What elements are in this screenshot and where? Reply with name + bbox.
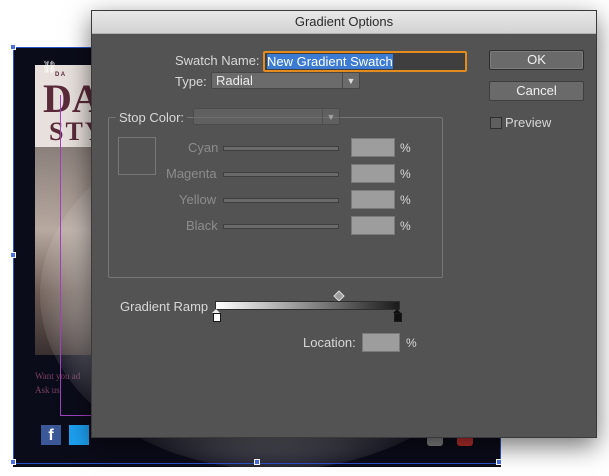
selection-handle[interactable]: [496, 459, 502, 465]
gradient-stop-white[interactable]: [213, 313, 221, 322]
yellow-slider[interactable]: [223, 198, 339, 203]
swatch-name-value: New Gradient Swatch: [267, 54, 393, 69]
selection-handle[interactable]: [10, 459, 16, 465]
dialog-title[interactable]: Gradient Options: [92, 11, 596, 34]
black-unit: %: [400, 219, 411, 233]
chevron-down-icon: ▼: [322, 109, 339, 124]
location-field[interactable]: [362, 333, 400, 352]
location-unit: %: [406, 336, 417, 350]
stop-color-label: Stop Color:: [116, 110, 188, 125]
location-label: Location:: [303, 335, 356, 350]
magenta-field[interactable]: [351, 164, 395, 183]
magenta-unit: %: [400, 167, 411, 181]
type-select-value: Radial: [216, 73, 253, 88]
stop-color-select[interactable]: ▼: [193, 108, 340, 125]
gradient-ramp[interactable]: [215, 301, 400, 310]
magenta-label: Magenta: [166, 166, 217, 181]
stop-color-swatch: [118, 137, 156, 175]
gradient-stop-black[interactable]: [394, 313, 402, 322]
selection-handle[interactable]: [254, 459, 260, 465]
gradient-options-dialog: Gradient Options Swatch Name: New Gradie…: [91, 10, 597, 438]
magenta-slider[interactable]: [223, 172, 339, 177]
preview-label[interactable]: Preview: [505, 115, 551, 130]
ok-button[interactable]: OK: [489, 50, 584, 70]
gradient-ramp-label: Gradient Ramp: [120, 299, 209, 314]
cyan-field[interactable]: [351, 138, 395, 157]
preview-checkbox[interactable]: [490, 117, 502, 129]
cyan-label: Cyan: [188, 140, 219, 155]
selection-handle[interactable]: [10, 44, 16, 50]
swatch-name-input[interactable]: New Gradient Swatch: [263, 51, 467, 72]
swatch-name-label: Swatch Name:: [175, 53, 260, 68]
cyan-unit: %: [400, 141, 411, 155]
chevron-down-icon: ▼: [342, 73, 359, 88]
midpoint-diamond[interactable]: [333, 290, 345, 302]
black-field[interactable]: [351, 216, 395, 235]
cancel-button[interactable]: Cancel: [489, 81, 584, 101]
yellow-label: Yellow: [179, 192, 217, 207]
type-label: Type:: [175, 74, 207, 89]
black-slider[interactable]: [223, 224, 339, 229]
yellow-unit: %: [400, 193, 411, 207]
cyan-slider[interactable]: [223, 146, 339, 151]
black-label: Black: [186, 218, 218, 233]
yellow-field[interactable]: [351, 190, 395, 209]
selection-handle[interactable]: [10, 252, 16, 258]
type-select[interactable]: Radial ▼: [211, 72, 360, 89]
